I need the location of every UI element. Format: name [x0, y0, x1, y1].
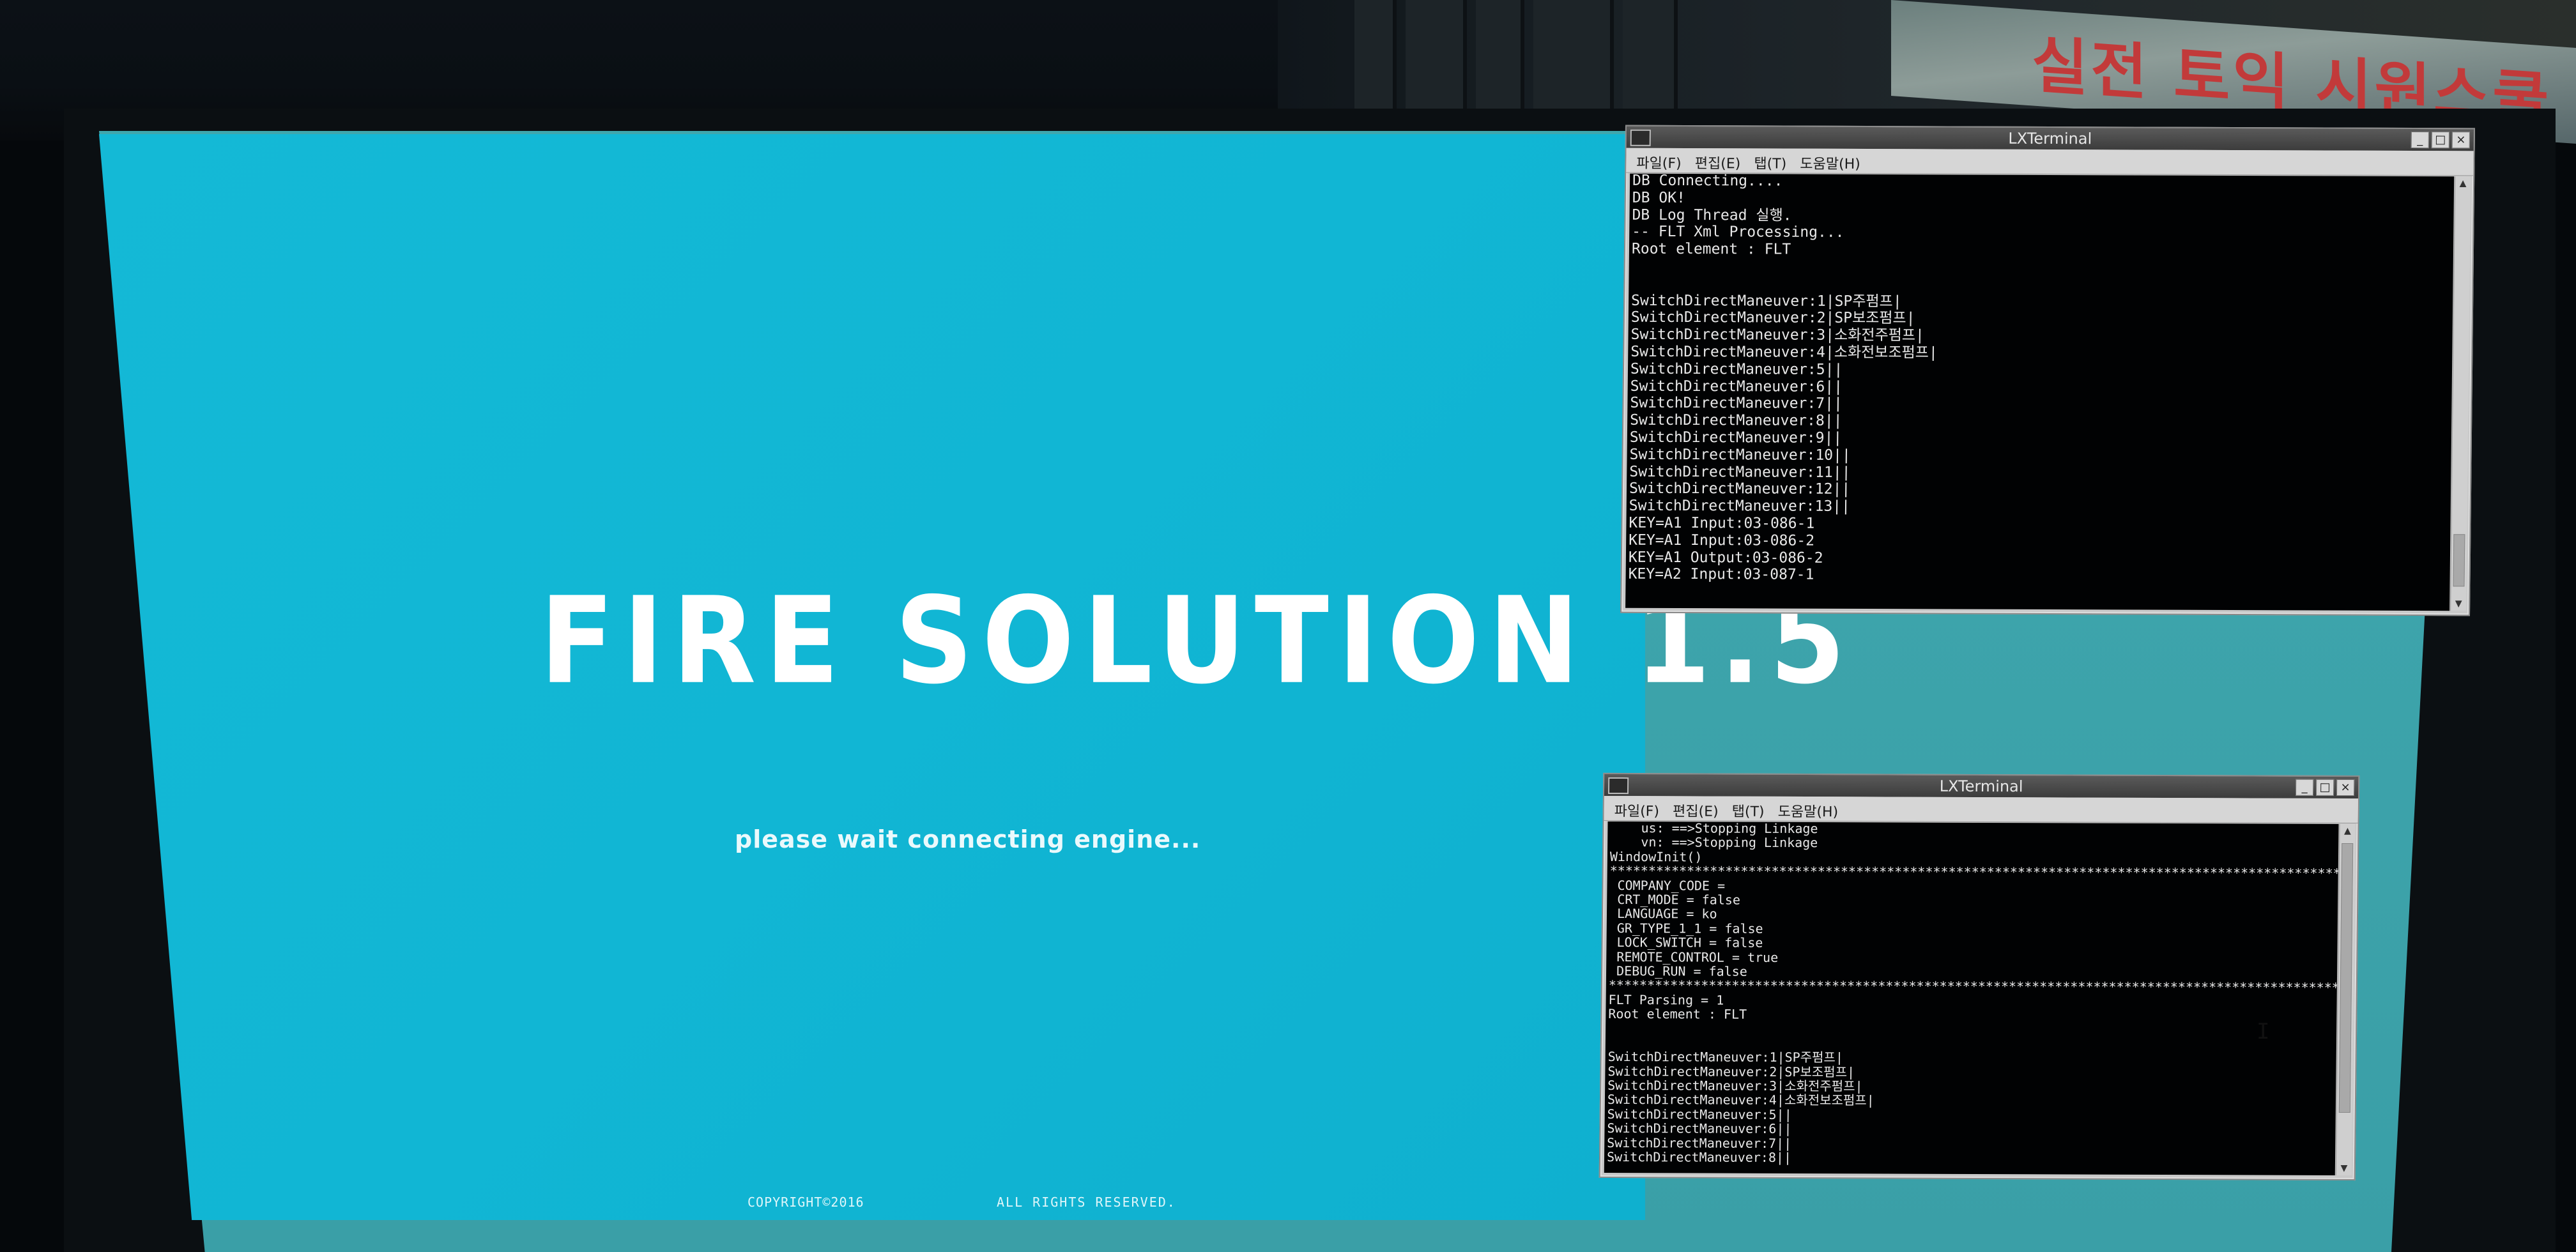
- terminal-output[interactable]: us: ==>Stopping Linkage vn: ==>Stopping …: [1604, 821, 2339, 1175]
- terminal-line: CRT_MODE = false: [1609, 891, 1741, 908]
- close-button[interactable]: ×: [2336, 779, 2355, 797]
- maximize-button[interactable]: □: [2315, 779, 2334, 796]
- menu-edit[interactable]: 편집(E): [1695, 152, 1741, 172]
- terminal-line: KEY=A2 Input:03-087-1: [1628, 566, 1814, 584]
- scroll-thumb[interactable]: [2338, 843, 2354, 1113]
- menu-file[interactable]: 파일(F): [1614, 800, 1660, 820]
- splash-copyright: COPYRIGHT©2016: [747, 1195, 864, 1210]
- text-cursor-icon: I: [2257, 1019, 2270, 1044]
- terminal-window-bottom[interactable]: LXTerminal _ □ × 파일(F) 편집(E) 탭(T) 도움말(H)…: [1598, 772, 2360, 1181]
- book-spine: [1476, 0, 1524, 115]
- minimize-button[interactable]: _: [2295, 779, 2314, 796]
- terminal-line: Root element : FLT: [1608, 1006, 1747, 1022]
- menu-file[interactable]: 파일(F): [1636, 152, 1682, 172]
- window-title: LXTerminal: [2008, 129, 2092, 148]
- scroll-down-icon[interactable]: ▼: [2451, 597, 2466, 611]
- menu-bar: 파일(F) 편집(E) 탭(T) 도움말(H): [1626, 148, 2474, 176]
- window-title: LXTerminal: [1939, 777, 2023, 796]
- splash-title: FIRE SOLUTION 1.5: [540, 572, 1855, 711]
- splash-status: please wait connecting engine...: [735, 825, 1201, 853]
- menu-tabs[interactable]: 탭(T): [1754, 152, 1786, 172]
- menu-bar: 파일(F) 편집(E) 탭(T) 도움말(H): [1604, 795, 2358, 824]
- book-spine: [1533, 0, 1614, 115]
- scrollbar[interactable]: ▲ ▼: [2335, 823, 2356, 1176]
- scroll-thumb[interactable]: [2453, 534, 2465, 587]
- close-button[interactable]: ×: [2451, 132, 2470, 149]
- terminal-line: SwitchDirectManeuver:8||: [1606, 1149, 1792, 1165]
- terminal-output[interactable]: DB Connecting.... DB OK! DB Log Thread 실…: [1625, 173, 2455, 611]
- menu-help[interactable]: 도움말(H): [1778, 800, 1839, 821]
- scroll-up-icon[interactable]: ▲: [2455, 176, 2471, 190]
- scroll-up-icon[interactable]: ▲: [2340, 824, 2355, 838]
- book-spine: [1354, 0, 1397, 115]
- minimize-button[interactable]: _: [2411, 131, 2429, 149]
- maximize-button[interactable]: □: [2431, 132, 2450, 149]
- menu-help[interactable]: 도움말(H): [1800, 153, 1860, 173]
- book-spine: [1406, 0, 1467, 115]
- book-spine: [1623, 0, 1678, 115]
- scroll-down-icon[interactable]: ▼: [2336, 1161, 2352, 1175]
- title-bar[interactable]: LXTerminal _ □ ×: [1626, 126, 2474, 151]
- splash-rights: ALL RIGHTS RESERVED.: [997, 1195, 1176, 1210]
- menu-edit[interactable]: 편집(E): [1673, 800, 1719, 820]
- menu-tabs[interactable]: 탭(T): [1732, 800, 1765, 821]
- title-bar[interactable]: LXTerminal _ □ ×: [1604, 774, 2359, 799]
- terminal-window-top[interactable]: LXTerminal _ □ × 파일(F) 편집(E) 탭(T) 도움말(H)…: [1620, 125, 2476, 616]
